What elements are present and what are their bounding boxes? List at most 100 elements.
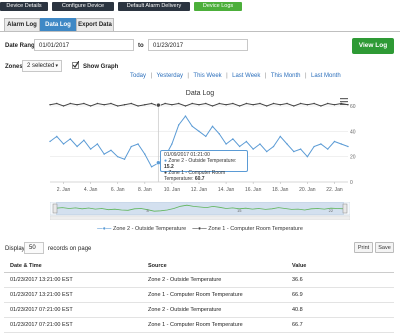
column-header-source[interactable]: Source [142,259,286,273]
data-point [245,140,248,143]
x-tick-label: 20. Jan [299,187,316,193]
date-to-input[interactable]: 01/23/2017 [148,39,248,51]
data-point [347,104,349,106]
show-graph-checkbox[interactable] [72,61,79,69]
cell-value: 66.9 [286,287,394,303]
data-point [286,102,288,105]
data-point [259,102,261,105]
tab-data-log[interactable]: Data Log [40,18,76,31]
x-tick-label: 10. Jan [164,187,181,193]
y-tick-label: 0 [350,180,353,186]
data-point [211,125,214,127]
zones-select[interactable]: 2 selected ▾ [22,60,62,72]
top-nav: Device Details Configure Device Default … [0,0,400,12]
cell-date: 01/23/2017 07:21:00 EST [4,317,142,333]
data-point [259,143,261,145]
view-log-button[interactable]: View Log [352,38,394,54]
nav-device-details[interactable]: Device Details [0,2,48,11]
tooltip-line-1: ● Zone 2 - Outside Temperature: 15.2 [164,158,237,170]
data-point [299,148,302,150]
legend-item-zone1[interactable]: —●— Zone 1 - Computer Room Temperature [192,226,303,232]
chevron-down-icon: ▾ [55,63,58,69]
data-point [340,143,342,145]
table-row: 01/23/2017 13:21:00 EST Zone 1 - Compute… [4,287,394,303]
print-button[interactable]: Print [354,242,373,253]
data-point [56,102,58,105]
data-point [177,124,180,126]
legend-label-zone1: Zone 1 - Computer Room Temperature [208,226,303,232]
nav-configure-device[interactable]: Configure Device [52,2,114,11]
link-this-month[interactable]: This Month [271,73,301,79]
y-tick-label: 20 [350,155,356,161]
link-last-month[interactable]: Last Month [311,73,341,79]
data-point [252,148,254,150]
link-yesterday[interactable]: Yesterday [156,73,182,79]
data-point [218,133,221,135]
data-point [306,155,309,158]
show-graph-label: Show Graph [83,64,119,70]
data-point [266,150,268,153]
navigator-handle-left[interactable] [52,203,58,214]
data-point [56,135,58,138]
save-button[interactable]: Save [375,242,394,253]
data-point [299,102,302,105]
x-tick-label: 4. Jan [84,187,98,193]
link-today[interactable]: Today [130,73,146,79]
data-point [150,102,153,105]
legend-label-zone2: Zone 2 - Outside Temperature [112,226,187,232]
data-point [164,102,166,105]
data-point [117,155,119,158]
legend-item-zone2[interactable]: —●— Zone 2 - Outside Temperature [97,226,186,232]
data-point [123,104,126,106]
data-point [205,102,207,105]
data-point [89,105,92,107]
data-point [320,143,322,145]
nav-default-alarm-delivery[interactable]: Default Alarm Delivery [118,2,190,11]
data-point [184,105,187,107]
data-point [117,105,119,107]
x-tick-label: 18. Jan [272,187,289,193]
table-row: 01/23/2017 07:21:00 EST Zone 2 - Outside… [4,302,394,318]
table-header-row: Date & Time Source Value [4,259,394,273]
navigator-tick-label: 15 [237,208,242,213]
tab-export-data[interactable]: Export Data [76,18,114,31]
x-tick-label: 2. Jan [57,187,71,193]
data-point [171,104,173,106]
nav-device-logs[interactable]: Device Logs [194,2,242,11]
cell-value: 36.6 [286,272,394,288]
chart-navigator[interactable]: 8 15 22 [50,202,350,220]
tooltip-line-2: ● Zone 1 - Computer Room Temperature: 60… [164,170,226,182]
data-point [232,138,234,140]
data-point [123,158,126,160]
link-separator: | [304,73,307,79]
x-tick-label: 22. Jan [326,187,343,193]
quick-range-links: Today | Yesterday | This Week | Last Wee… [130,64,341,82]
column-header-value[interactable]: Value [286,259,394,273]
data-point [137,143,139,145]
data-point [293,150,295,153]
data-point [286,143,288,145]
data-point [333,140,336,143]
tab-alarm-log[interactable]: Alarm Log [4,18,40,31]
data-point [103,153,105,155]
display-label: Display [5,246,25,252]
link-this-week[interactable]: This Week [193,73,221,79]
data-point [110,102,112,105]
page-size-select[interactable]: 50 [24,242,44,254]
data-point [76,104,78,106]
data-point [96,102,99,105]
page-size-value: 50 [29,245,36,251]
data-point [83,139,85,141]
link-last-week[interactable]: Last Week [232,73,260,79]
data-point [272,145,275,148]
data-log-table: Date & Time Source Value 01/23/2017 13:2… [4,259,394,333]
data-point [191,125,193,127]
data-point [211,105,214,107]
data-point [103,104,105,106]
date-from-input[interactable]: 01/01/2017 [34,39,134,51]
column-header-date[interactable]: Date & Time [4,259,142,273]
chart-legend: —●— Zone 2 - Outside Temperature —●— Zon… [0,226,400,232]
navigator-handle-right[interactable] [342,203,348,214]
data-point [144,153,146,155]
navigator-scrollbar[interactable] [50,215,350,220]
